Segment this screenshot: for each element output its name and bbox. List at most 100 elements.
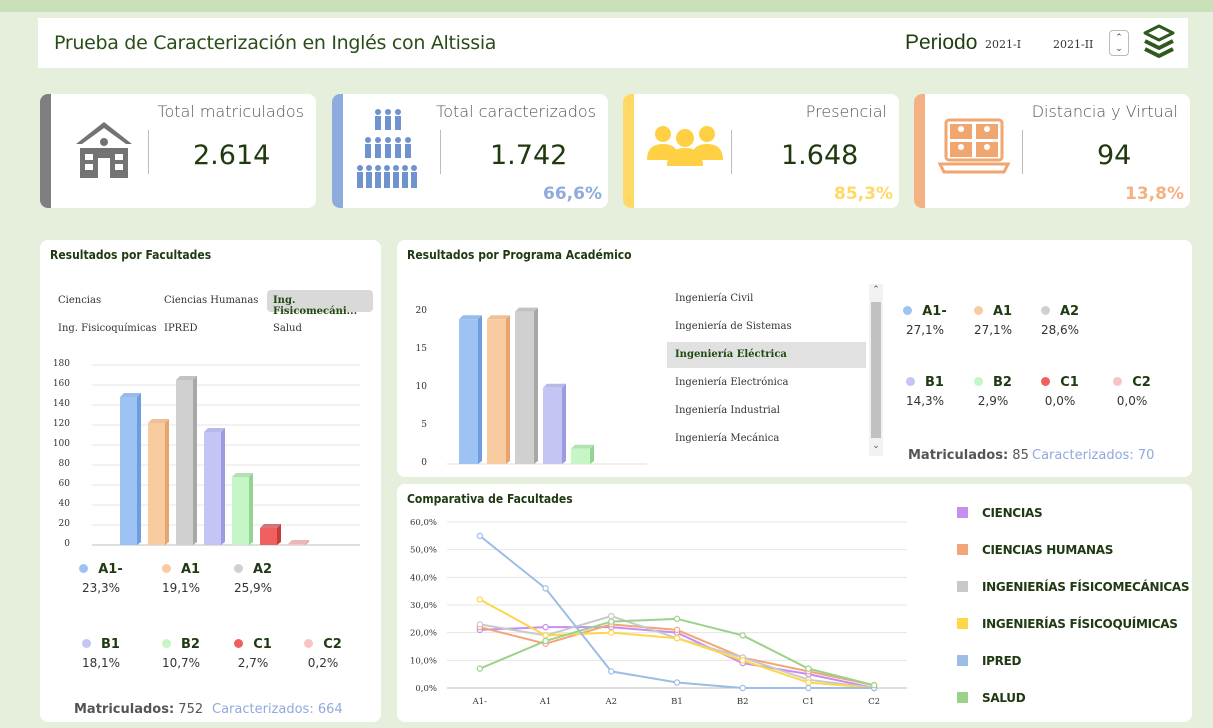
- legend-item-A1[interactable]: A1 19,1%: [150, 562, 212, 595]
- legend-name: A2: [1059, 304, 1080, 319]
- bar-A1-: [120, 397, 137, 545]
- caracterizados-label: Caracterizados:: [1032, 448, 1134, 463]
- legend-item-series[interactable]: INGENIERÍAS FÍSICOMECÁNICAS: [957, 580, 1190, 594]
- data-point: [542, 637, 549, 645]
- legend-item-C1[interactable]: C1 2,7%: [222, 637, 284, 670]
- program-item[interactable]: Ingeniería Industrial: [667, 398, 866, 424]
- data-point: [476, 532, 484, 540]
- legend-item-C1[interactable]: C1 0,0%: [1029, 375, 1091, 408]
- comparativa-title: Comparativa de Facultades: [407, 492, 573, 506]
- legend-item-A1-[interactable]: A1- 23,3%: [70, 562, 132, 595]
- legend-square-icon: [957, 655, 968, 666]
- data-point: [739, 684, 746, 692]
- y-tick-label: 60: [58, 479, 70, 489]
- slicer-item-ing-fisicomecanicas[interactable]: Ing. Fisicomecáni...: [267, 290, 373, 317]
- legend-percent: 19,1%: [161, 581, 201, 595]
- program-list-scrollbar[interactable]: ⌃ ⌄: [869, 284, 883, 456]
- legend-item-A1-[interactable]: A1- 27,1%: [894, 304, 956, 337]
- legend-item-B2[interactable]: B2 2,9%: [962, 375, 1024, 408]
- legend-percent: 27,1%: [973, 323, 1013, 337]
- legend-dot-icon: [903, 306, 913, 315]
- data-point: [476, 665, 484, 672]
- legend-item-series[interactable]: CIENCIAS: [957, 506, 1043, 520]
- matriculados-value: 85: [1012, 448, 1029, 463]
- legend-dot-icon: [1113, 377, 1123, 386]
- scroll-up-arrow-icon[interactable]: ⌃: [869, 284, 883, 300]
- legend-dot-icon: [974, 377, 984, 386]
- laptop-video-icon: [938, 118, 1010, 174]
- program-item[interactable]: Ingeniería de Sistemas: [667, 314, 866, 340]
- legend-item-series[interactable]: INGENIERÍAS FÍSICOQUÍMICAS: [957, 617, 1178, 631]
- data-point: [805, 684, 812, 692]
- legend-item-B2[interactable]: B2 10,7%: [150, 637, 212, 670]
- legend-item-B1[interactable]: B1 14,3%: [894, 375, 956, 408]
- kpi-accent-bar: [623, 94, 634, 208]
- kpi-percent: 13,8%: [1125, 184, 1184, 204]
- legend-item-series[interactable]: CIENCIAS HUMANAS: [957, 543, 1113, 557]
- people-group-icon: [357, 109, 417, 188]
- program-item[interactable]: Ingeniería Civil: [667, 286, 866, 312]
- y-tick-label: 60,0%: [410, 518, 437, 528]
- y-tick-label: 40: [58, 499, 70, 509]
- facultades-title: Resultados por Facultades: [50, 248, 212, 262]
- programa-title: Resultados por Programa Académico: [407, 248, 632, 262]
- books-icon: [1143, 24, 1175, 58]
- kpi-value: 1.742: [490, 140, 568, 171]
- prog-caracterizados: Caracterizados: 70: [1032, 448, 1154, 463]
- legend-item-C2[interactable]: C2 0,2%: [292, 637, 354, 670]
- facultades-panel: Resultados por Facultades Ciencias Cienc…: [40, 240, 381, 722]
- legend-dot-icon: [973, 306, 983, 315]
- kpi-separator: [440, 130, 441, 174]
- legend-label: A2: [1029, 304, 1091, 319]
- bar-side: [506, 315, 510, 464]
- program-item[interactable]: Ingeniería Mecánica: [667, 426, 866, 452]
- legend-percent: 0,0%: [1044, 394, 1076, 408]
- legend-item-series[interactable]: IPRED: [957, 654, 1021, 668]
- y-tick-label: 20,0%: [410, 629, 437, 639]
- slicer-item-salud[interactable]: Salud: [267, 320, 308, 337]
- facultades-bar-chart: [92, 364, 360, 546]
- legend-name: A1: [180, 562, 201, 577]
- bar-side: [249, 473, 253, 545]
- program-item[interactable]: Ingeniería Eléctrica: [667, 342, 866, 368]
- matriculados-label: Matriculados:: [74, 702, 175, 717]
- legend-item-C2[interactable]: C2 0,0%: [1101, 375, 1163, 408]
- series-line: [479, 535, 875, 689]
- school-icon: [76, 122, 132, 178]
- legend-name: C2: [323, 637, 342, 652]
- bar-side: [562, 383, 566, 464]
- comparativa-panel: Comparativa de Facultades 0,0% 10,0% 20,0%…: [397, 484, 1192, 722]
- y-tick-label: 0: [421, 458, 427, 468]
- program-item[interactable]: Ingeniería Electrónica: [667, 370, 866, 396]
- bar-A2: [515, 311, 534, 464]
- period-button-2021-i[interactable]: 2021-I: [985, 38, 1021, 51]
- bar-top: [543, 383, 566, 388]
- scrollbar-thumb[interactable]: [871, 302, 881, 438]
- legend-name: C2: [1132, 375, 1151, 390]
- legend-item-A2[interactable]: A2 25,9%: [222, 562, 284, 595]
- slicer-item-ing-fisicoquimicas[interactable]: Ing. Fisicoquímicas: [52, 320, 163, 337]
- period-button-2021-ii[interactable]: 2021-II: [1053, 38, 1093, 51]
- x-tick-label: B2: [737, 697, 749, 707]
- y-tick-label: 0,0%: [415, 684, 437, 694]
- legend-item-B1[interactable]: B1 18,1%: [70, 637, 132, 670]
- scroll-down-arrow-icon[interactable]: ⌄: [869, 440, 883, 456]
- prog-matriculados: Matriculados: 85: [908, 448, 1029, 463]
- legend-dot-icon: [1040, 306, 1050, 315]
- legend-label: B1: [894, 375, 956, 390]
- slicer-item-ipred[interactable]: IPRED: [158, 320, 204, 337]
- legend-item-A1[interactable]: A1 27,1%: [962, 304, 1024, 337]
- legend-name: IPRED: [982, 654, 1022, 668]
- y-tick-label: 20: [58, 519, 70, 529]
- legend-name: B2: [181, 637, 200, 652]
- period-scroll-button[interactable]: ⌃ ⌄: [1109, 30, 1129, 56]
- legend-name: B1: [925, 375, 944, 390]
- slicer-item-ciencias-humanas[interactable]: Ciencias Humanas: [158, 292, 264, 309]
- slicer-item-ciencias[interactable]: Ciencias: [52, 292, 107, 309]
- bar-top: [571, 444, 594, 449]
- legend-item-A2[interactable]: A2 28,6%: [1029, 304, 1091, 337]
- legend-item-series[interactable]: SALUD: [957, 691, 1026, 705]
- data-point: [739, 632, 746, 639]
- bar-A1-: [459, 319, 478, 464]
- kpi-accent-bar: [914, 94, 925, 208]
